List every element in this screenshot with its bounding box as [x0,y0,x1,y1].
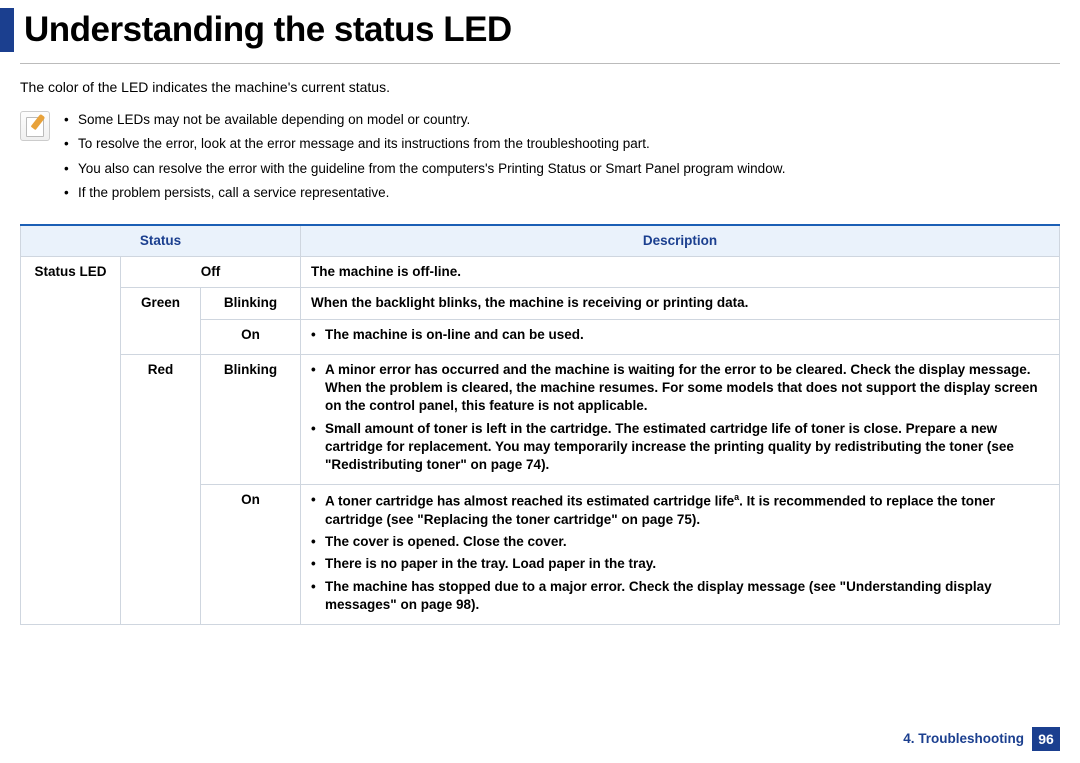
list-item: A minor error has occurred and the machi… [311,361,1049,416]
note-text: program window. [680,161,786,176]
list-item: There is no paper in the tray. Load pape… [311,555,1049,573]
note-icon [20,111,50,141]
title-accent-bar [0,8,14,52]
list-item: Small amount of toner is left in the car… [311,420,1049,475]
list-item: The machine has stopped due to a major e… [311,578,1049,614]
page-title: Understanding the status LED [24,6,512,53]
note-box: Some LEDs may not be available depending… [20,111,1060,208]
desc-text: A toner cartridge has almost reached its… [325,494,734,509]
note-item: To resolve the error, look at the error … [64,135,1060,153]
table-row: Red Blinking A minor error has occurred … [21,354,1060,484]
cell-state-blinking: Blinking [201,354,301,484]
note-text: You also can resolve the error with the … [78,161,498,176]
cell-desc-green-blinking: When the backlight blinks, the machine i… [301,288,1060,319]
note-item: You also can resolve the error with the … [64,160,1060,178]
list-item: The cover is opened. Close the cover. [311,533,1049,551]
note-item: If the problem persists, call a service … [64,184,1060,202]
list-item: A toner cartridge has almost reached its… [311,491,1049,529]
cell-row-label: Status LED [21,257,121,625]
cell-desc-off: The machine is off-line. [301,257,1060,288]
note-em: Printing Status or Smart Panel [498,161,680,176]
cell-desc-green-on: The machine is on-line and can be used. [301,319,1060,354]
th-description: Description [301,225,1060,257]
table-row: Status LED Off The machine is off-line. [21,257,1060,288]
note-item: Some LEDs may not be available depending… [64,111,1060,129]
divider [20,63,1060,64]
list-item: The machine is on-line and can be used. [311,326,1049,344]
page-title-row: Understanding the status LED [0,0,1080,63]
th-status: Status [21,225,301,257]
cell-desc-red-on: A toner cartridge has almost reached its… [301,485,1060,625]
cell-color-red: Red [121,354,201,624]
table-row: Green Blinking When the backlight blinks… [21,288,1060,319]
cell-desc-red-blinking: A minor error has occurred and the machi… [301,354,1060,484]
page-footer: 4. Troubleshooting 96 [903,727,1060,751]
footer-page-number: 96 [1032,727,1060,751]
cell-state-blinking: Blinking [201,288,301,319]
intro-text: The color of the LED indicates the machi… [20,78,1060,97]
status-led-table: Status Description Status LED Off The ma… [20,224,1060,625]
cell-state-on: On [201,319,301,354]
cell-state-off: Off [121,257,301,288]
cell-color-green: Green [121,288,201,354]
note-list: Some LEDs may not be available depending… [64,111,1060,208]
footer-chapter: 4. Troubleshooting [903,730,1024,748]
cell-state-on: On [201,485,301,625]
